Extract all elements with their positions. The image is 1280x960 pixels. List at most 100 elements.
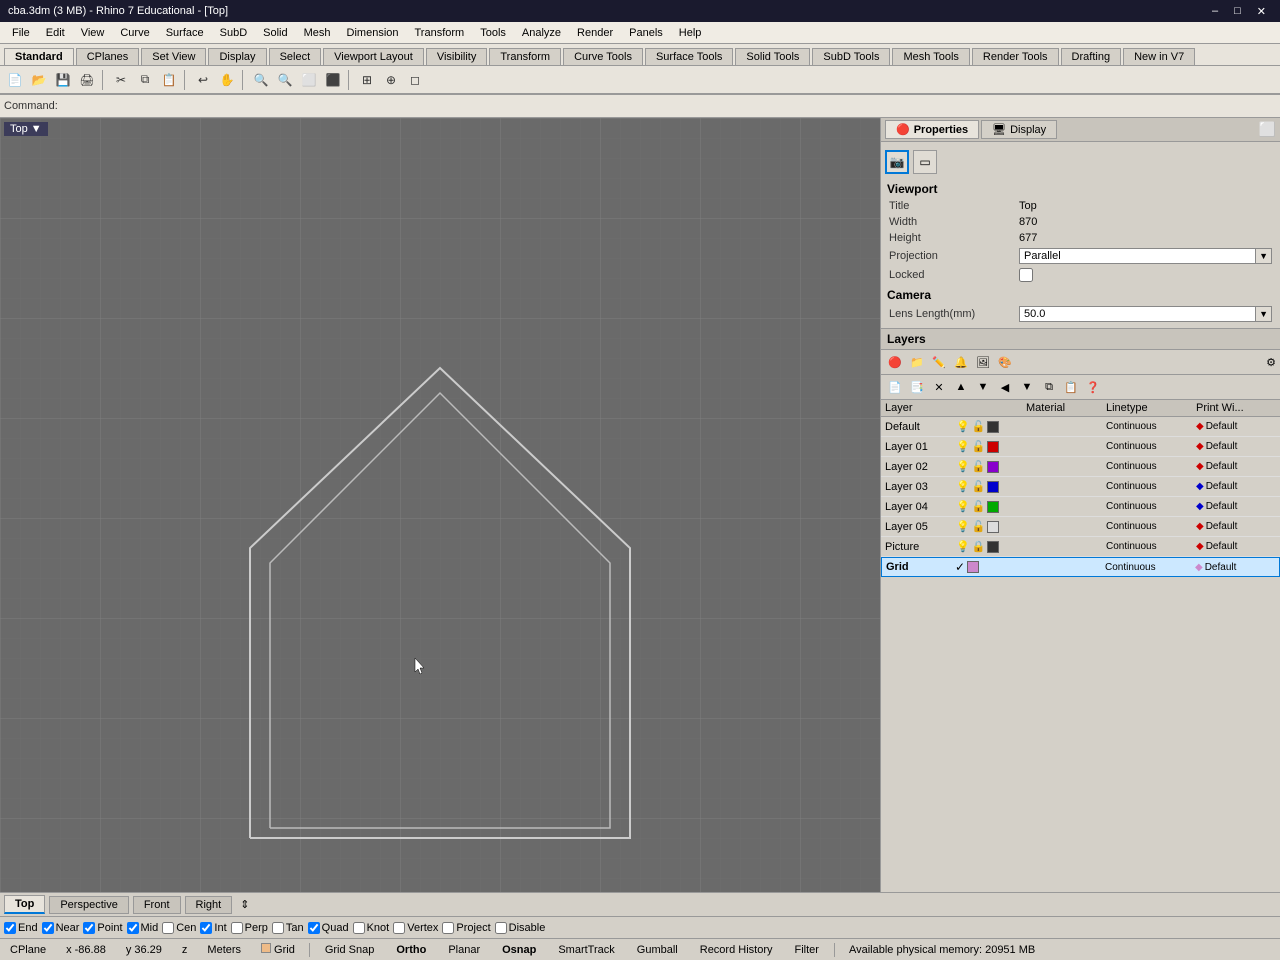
layers-color-btn[interactable]: 🔴 xyxy=(885,352,905,372)
layer-copy-btn[interactable]: ⧉ xyxy=(1039,377,1059,397)
toolbar-tab-select[interactable]: Select xyxy=(269,48,322,65)
toolbar-tab-mesh-tools[interactable]: Mesh Tools xyxy=(892,48,969,65)
menu-item-panels[interactable]: Panels xyxy=(621,25,671,41)
toolbar-tab-cplanes[interactable]: CPlanes xyxy=(76,48,140,65)
layer-left-btn[interactable]: ◀ xyxy=(995,377,1015,397)
layer-filter-btn[interactable]: ▼ xyxy=(1017,377,1037,397)
layer-lock-05[interactable]: 🔓 xyxy=(972,520,986,533)
menu-item-file[interactable]: File xyxy=(4,25,38,41)
layer-row-grid[interactable]: Grid ✓ Continuous ◆ Default xyxy=(881,557,1280,577)
menu-item-edit[interactable]: Edit xyxy=(38,25,73,41)
pan-button[interactable]: ✋ xyxy=(216,69,238,91)
toolbar-tab-transform[interactable]: Transform xyxy=(489,48,561,65)
layer-row-01[interactable]: Layer 01 💡 🔓 Continuous ◆ Default xyxy=(881,437,1280,457)
cut-button[interactable]: ✂ xyxy=(110,69,132,91)
grid-button[interactable]: ⊞ xyxy=(356,69,378,91)
smarttrack-button[interactable]: SmartTrack xyxy=(551,943,621,957)
prop-projection-btn[interactable]: ▼ xyxy=(1256,248,1272,264)
layers-edit-btn[interactable]: ✏️ xyxy=(929,352,949,372)
toolbar-tab-new-in-v7[interactable]: New in V7 xyxy=(1123,48,1195,65)
tab-perspective[interactable]: Perspective xyxy=(49,896,128,914)
toolbar-tab-set-view[interactable]: Set View xyxy=(141,48,206,65)
layer-lock-01[interactable]: 🔓 xyxy=(972,440,986,453)
snap-disable-checkbox[interactable] xyxy=(495,922,507,934)
layer-color-02[interactable] xyxy=(987,461,999,473)
gumball-button[interactable]: Gumball xyxy=(630,943,685,957)
prop-lens-input[interactable] xyxy=(1019,306,1256,322)
layer-row-02[interactable]: Layer 02 💡 🔓 Continuous ◆ Default xyxy=(881,457,1280,477)
planar-button[interactable]: Planar xyxy=(441,943,487,957)
zoom-out-button[interactable]: 🔍 xyxy=(274,69,296,91)
toolbar-tab-visibility[interactable]: Visibility xyxy=(426,48,488,65)
layer-visible-02[interactable]: 💡 xyxy=(956,460,970,473)
layer-add-btn[interactable]: 📄 xyxy=(885,377,905,397)
layer-lock-04[interactable]: 🔓 xyxy=(972,500,986,513)
prop-lens-btn[interactable]: ▼ xyxy=(1256,306,1272,322)
tab-top[interactable]: Top xyxy=(4,895,45,914)
toolbar-tab-display[interactable]: Display xyxy=(208,48,266,65)
toolbar-tab-render-tools[interactable]: Render Tools xyxy=(972,48,1059,65)
menu-item-solid[interactable]: Solid xyxy=(255,25,295,41)
snap-project-checkbox[interactable] xyxy=(442,922,454,934)
layers-folder-btn[interactable]: 📁 xyxy=(907,352,927,372)
layer-color-grid[interactable] xyxy=(967,561,979,573)
layer-down-btn[interactable]: ▼ xyxy=(973,377,993,397)
tab-front[interactable]: Front xyxy=(133,896,181,914)
menu-item-curve[interactable]: Curve xyxy=(112,25,157,41)
grid-snap-button[interactable]: Grid Snap xyxy=(318,943,382,957)
menu-item-render[interactable]: Render xyxy=(569,25,621,41)
toolbar-tab-curve-tools[interactable]: Curve Tools xyxy=(563,48,643,65)
layer-up-btn[interactable]: ▲ xyxy=(951,377,971,397)
layer-color-04[interactable] xyxy=(987,501,999,513)
properties-tab[interactable]: 🔴 Properties xyxy=(885,120,979,139)
ortho-button[interactable]: Ortho xyxy=(389,943,433,957)
layer-row-05[interactable]: Layer 05 💡 🔓 Continuous ◆ Default xyxy=(881,517,1280,537)
menu-item-subd[interactable]: SubD xyxy=(212,25,256,41)
layer-add-sub-btn[interactable]: 📑 xyxy=(907,377,927,397)
menu-item-surface[interactable]: Surface xyxy=(158,25,212,41)
prop-lens-dropdown[interactable]: ▼ xyxy=(1019,306,1272,322)
wire-button[interactable]: ◻ xyxy=(404,69,426,91)
prop-locked-checkbox[interactable] xyxy=(1019,268,1033,282)
snap-quad-checkbox[interactable] xyxy=(308,922,320,934)
toolbar-tab-viewport-layout[interactable]: Viewport Layout xyxy=(323,48,424,65)
snap-vertex-checkbox[interactable] xyxy=(393,922,405,934)
menu-item-help[interactable]: Help xyxy=(671,25,710,41)
snap-button[interactable]: ⊕ xyxy=(380,69,402,91)
layer-visible-04[interactable]: 💡 xyxy=(956,500,970,513)
menu-item-analyze[interactable]: Analyze xyxy=(514,25,569,41)
copy-button[interactable]: ⧉ xyxy=(134,69,156,91)
prop-projection-dropdown[interactable]: ▼ xyxy=(1019,248,1272,264)
viewport-label[interactable]: Top ▼ xyxy=(4,122,48,136)
layer-color-03[interactable] xyxy=(987,481,999,493)
layer-visible-05[interactable]: 💡 xyxy=(956,520,970,533)
menu-item-transform[interactable]: Transform xyxy=(407,25,473,41)
toolbar-tab-drafting[interactable]: Drafting xyxy=(1061,48,1122,65)
menu-item-dimension[interactable]: Dimension xyxy=(339,25,407,41)
print-button[interactable]: 🖨 xyxy=(76,69,98,91)
layer-row-04[interactable]: Layer 04 💡 🔓 Continuous ◆ Default xyxy=(881,497,1280,517)
expand-icon[interactable]: ⇕ xyxy=(240,898,249,911)
layer-row-default[interactable]: Default 💡 🔓 Continuous ◆ Default xyxy=(881,417,1280,437)
snap-knot-checkbox[interactable] xyxy=(353,922,365,934)
layer-visible-picture[interactable]: 💡 xyxy=(956,540,970,553)
osnap-button[interactable]: Osnap xyxy=(495,943,543,957)
display-tab[interactable]: 🖥 Display xyxy=(981,120,1057,139)
toolbar-tab-standard[interactable]: Standard xyxy=(4,48,74,65)
layers-image-btn[interactable]: 🖼 xyxy=(973,352,993,372)
menu-item-mesh[interactable]: Mesh xyxy=(296,25,339,41)
layer-lock-picture[interactable]: 🔒 xyxy=(972,540,986,553)
layer-color-01[interactable] xyxy=(987,441,999,453)
layer-color-picture[interactable] xyxy=(987,541,999,553)
viewport[interactable]: Top ▼ xyxy=(0,118,880,892)
snap-cen-checkbox[interactable] xyxy=(162,922,174,934)
snap-tan-checkbox[interactable] xyxy=(272,922,284,934)
undo-button[interactable]: ↩ xyxy=(192,69,214,91)
close-button[interactable]: ✕ xyxy=(1251,5,1272,18)
layer-visible-01[interactable]: 💡 xyxy=(956,440,970,453)
maximize-button[interactable]: □ xyxy=(1228,5,1247,18)
open-button[interactable]: 📂 xyxy=(28,69,50,91)
snap-perp-checkbox[interactable] xyxy=(231,922,243,934)
filter-button[interactable]: Filter xyxy=(788,943,826,957)
snap-near-checkbox[interactable] xyxy=(42,922,54,934)
